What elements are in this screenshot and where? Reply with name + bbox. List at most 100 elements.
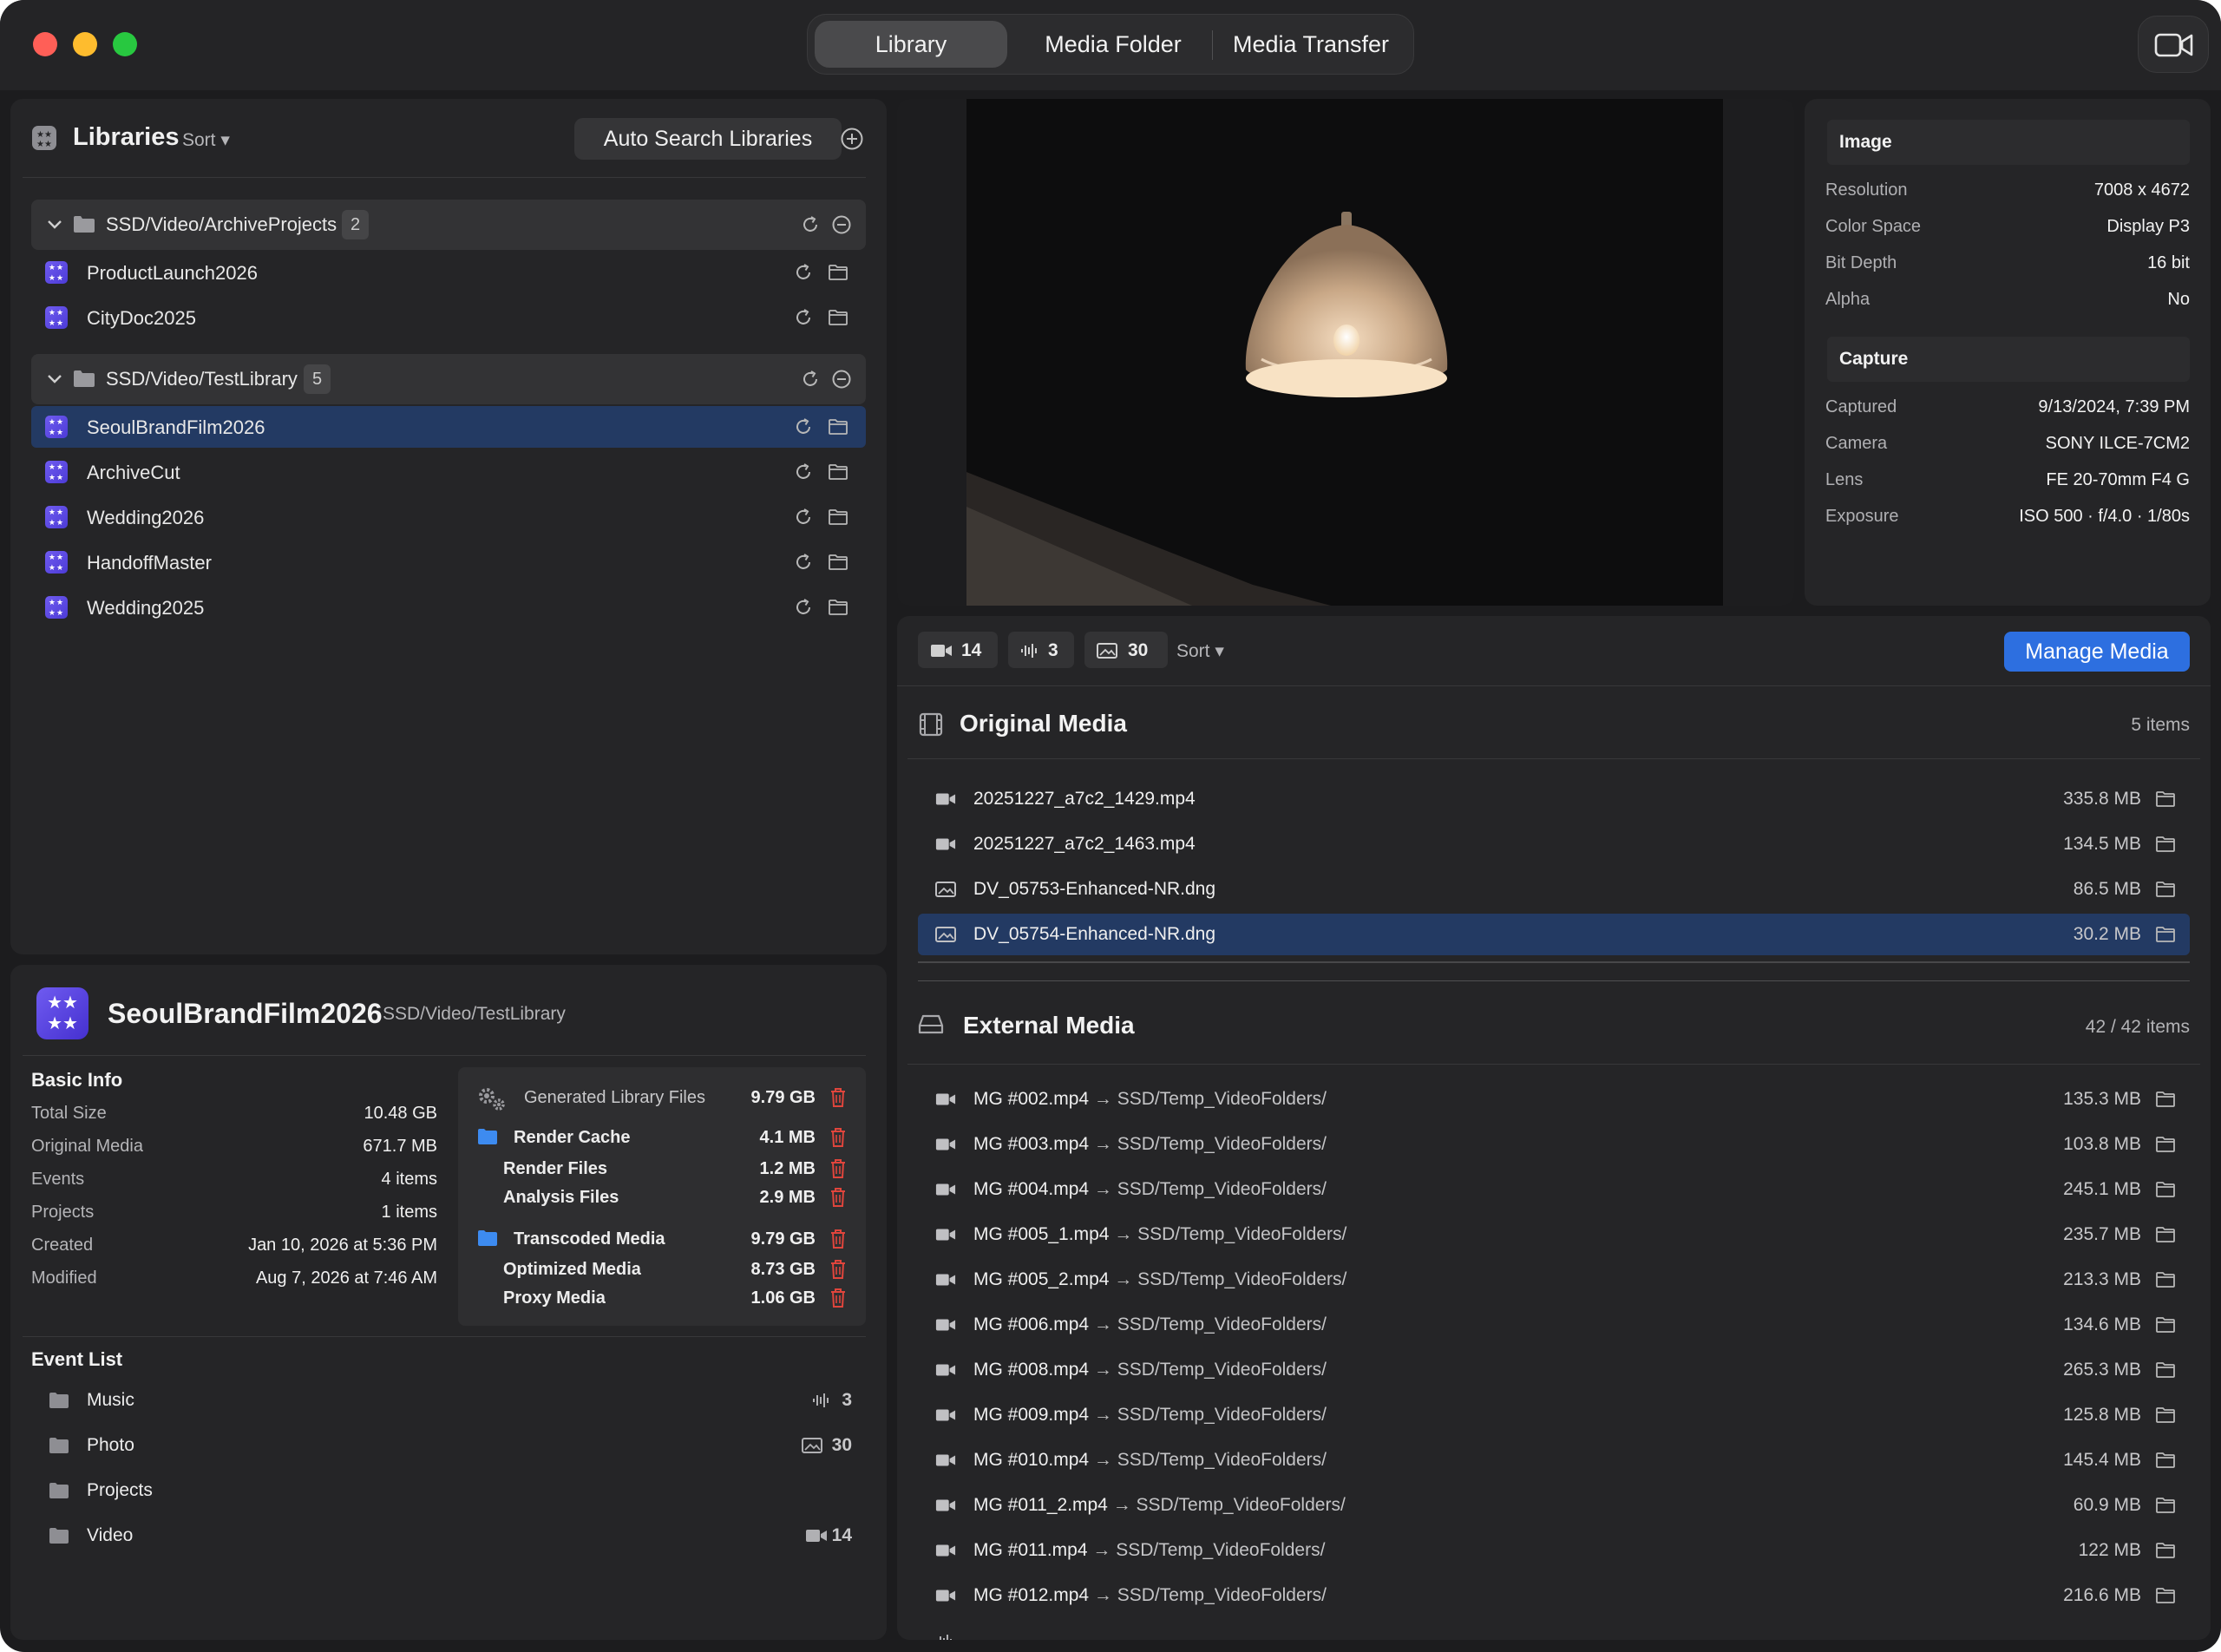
- folder-outline-icon[interactable]: [2155, 1495, 2176, 1516]
- refresh-icon[interactable]: [800, 214, 821, 235]
- external-media-row[interactable]: MG #011_2.mp4 → SSD/Temp_VideoFolders/60…: [918, 1485, 2190, 1526]
- external-media-row[interactable]: MG #006.mp4 → SSD/Temp_VideoFolders/134.…: [918, 1304, 2190, 1346]
- minimize-window-button[interactable]: [73, 32, 97, 56]
- library-item-seoulbrandfilm2026[interactable]: ★★ ★★ SeoulBrandFilm2026: [31, 406, 866, 448]
- trash-icon[interactable]: [829, 1186, 848, 1209]
- folder-outline-icon[interactable]: [828, 507, 848, 528]
- photo-filter-chip[interactable]: 30: [1084, 632, 1168, 668]
- media-file-row-selected[interactable]: DV_05754-Enhanced-NR.dng 30.2 MB: [918, 914, 2190, 955]
- video-filter-chip[interactable]: 14: [918, 632, 998, 668]
- refresh-icon[interactable]: [800, 369, 821, 390]
- folder-icon: [49, 1393, 69, 1408]
- refresh-icon[interactable]: [793, 552, 814, 573]
- remove-group-icon[interactable]: [831, 214, 852, 235]
- audio-filter-chip[interactable]: 3: [1008, 632, 1074, 668]
- library-item-wedding2026[interactable]: ★★ ★★ Wedding2026: [31, 496, 866, 538]
- folder-outline-icon[interactable]: [828, 307, 848, 328]
- external-media-size: 125.8 MB: [2063, 1405, 2141, 1425]
- external-media-row[interactable]: MG #005_1.mp4 → SSD/Temp_VideoFolders/23…: [918, 1214, 2190, 1255]
- image-preview[interactable]: [897, 99, 1794, 606]
- refresh-icon[interactable]: [793, 307, 814, 328]
- camera-button[interactable]: [2138, 16, 2209, 73]
- library-item-handoffmaster[interactable]: ★★ ★★ HandoffMaster: [31, 541, 866, 583]
- zoom-window-button[interactable]: [113, 32, 137, 56]
- folder-outline-icon[interactable]: [2155, 879, 2176, 900]
- folder-outline-icon[interactable]: [2155, 1585, 2176, 1606]
- trash-icon[interactable]: [829, 1086, 848, 1109]
- folder-outline-icon[interactable]: [2155, 834, 2176, 855]
- external-media-row[interactable]: MG #005_2.mp4 → SSD/Temp_VideoFolders/21…: [918, 1259, 2190, 1301]
- remove-group-icon[interactable]: [831, 369, 852, 390]
- folder-outline-icon[interactable]: [2155, 1179, 2176, 1200]
- refresh-icon[interactable]: [793, 462, 814, 482]
- library-group-archiveprojects[interactable]: SSD/Video/ArchiveProjects 2: [31, 200, 866, 250]
- media-file-row[interactable]: 20251227_a7c2_1463.mp4 134.5 MB: [918, 823, 2190, 865]
- folder-outline-icon[interactable]: [828, 462, 848, 482]
- external-media-row[interactable]: MG #010.mp4 → SSD/Temp_VideoFolders/145.…: [918, 1439, 2190, 1481]
- folder-outline-icon[interactable]: [828, 262, 848, 283]
- external-media-row[interactable]: MG #011.mp4 → SSD/Temp_VideoFolders/122 …: [918, 1530, 2190, 1571]
- external-media-row[interactable]: MG #002.mp4 → SSD/Temp_VideoFolders/135.…: [918, 1078, 2190, 1120]
- folder-outline-icon[interactable]: [2155, 1089, 2176, 1110]
- folder-outline-icon[interactable]: [2155, 1450, 2176, 1471]
- info-value: Display P3: [2106, 217, 2190, 236]
- chevron-down-icon[interactable]: [45, 370, 64, 389]
- refresh-icon[interactable]: [793, 597, 814, 618]
- trash-icon[interactable]: [829, 1228, 848, 1250]
- event-item-video[interactable]: Video 14: [31, 1515, 866, 1557]
- external-media-row[interactable]: MG #012.mp4 → SSD/Temp_VideoFolders/216.…: [918, 1575, 2190, 1616]
- tab-media-folder[interactable]: Media Folder: [1019, 21, 1207, 68]
- library-item-productlaunch2026[interactable]: ★★ ★★ ProductLaunch2026: [31, 252, 866, 293]
- add-library-icon[interactable]: [840, 127, 864, 151]
- refresh-icon[interactable]: [793, 262, 814, 283]
- tab-library[interactable]: Library: [815, 21, 1007, 68]
- folder-outline-icon[interactable]: [2155, 1314, 2176, 1335]
- trash-icon[interactable]: [829, 1258, 848, 1281]
- refresh-icon[interactable]: [793, 507, 814, 528]
- library-group-path: SSD/Video/TestLibrary: [106, 368, 298, 390]
- trash-icon[interactable]: [829, 1287, 848, 1309]
- media-sort-button[interactable]: Sort ▾: [1176, 640, 1224, 662]
- event-item-projects[interactable]: Projects: [31, 1470, 866, 1511]
- external-media-row[interactable]: MG #004.mp4 → SSD/Temp_VideoFolders/245.…: [918, 1169, 2190, 1210]
- chevron-down-icon[interactable]: [45, 215, 64, 234]
- original-media-title: Original Media: [960, 710, 1127, 737]
- external-media-row[interactable]: MG #009.mp4 → SSD/Temp_VideoFolders/125.…: [918, 1394, 2190, 1436]
- event-item-photo[interactable]: Photo 30: [31, 1425, 866, 1466]
- library-item-archivecut[interactable]: ★★ ★★ ArchiveCut: [31, 451, 866, 493]
- media-file-name: DV_05754-Enhanced-NR.dng: [973, 924, 1216, 944]
- folder-outline-icon[interactable]: [2155, 1224, 2176, 1245]
- auto-search-libraries-button[interactable]: Auto Search Libraries: [574, 118, 842, 160]
- media-file-row[interactable]: 20251227_a7c2_1429.mp4 335.8 MB: [918, 778, 2190, 820]
- folder-outline-icon[interactable]: [2155, 1269, 2176, 1290]
- info-key: Camera: [1825, 434, 1888, 453]
- external-media-path: SSD/Temp_VideoFolders/: [1117, 1585, 1327, 1605]
- external-media-row[interactable]: MG #008.mp4 → SSD/Temp_VideoFolders/265.…: [918, 1349, 2190, 1391]
- media-file-row[interactable]: DV_05753-Enhanced-NR.dng 86.5 MB: [918, 869, 2190, 910]
- folder-outline-icon[interactable]: [2155, 924, 2176, 945]
- folder-outline-icon[interactable]: [2155, 1540, 2176, 1561]
- trash-icon[interactable]: [829, 1126, 848, 1149]
- folder-outline-icon[interactable]: [828, 597, 848, 618]
- event-item-music[interactable]: Music 3: [31, 1380, 866, 1421]
- folder-outline-icon[interactable]: [2155, 1405, 2176, 1426]
- media-file-name: 20251227_a7c2_1429.mp4: [973, 789, 1196, 809]
- folder-outline-icon[interactable]: [2155, 1134, 2176, 1155]
- folder-outline-icon[interactable]: [828, 552, 848, 573]
- basic-info-key: Modified: [31, 1268, 97, 1288]
- trash-icon[interactable]: [829, 1157, 848, 1180]
- external-media-row[interactable]: MG #003.mp4 → SSD/Temp_VideoFolders/103.…: [918, 1124, 2190, 1165]
- library-item-wedding2025[interactable]: ★★ ★★ Wedding2025: [31, 587, 866, 628]
- folder-outline-icon[interactable]: [828, 416, 848, 437]
- library-item-citydoc2025[interactable]: ★★ ★★ CityDoc2025: [31, 297, 866, 338]
- close-window-button[interactable]: [33, 32, 57, 56]
- manage-media-button[interactable]: Manage Media: [2004, 632, 2190, 672]
- event-list-divider: [23, 1336, 866, 1337]
- libraries-sort-button[interactable]: Sort ▾: [182, 129, 230, 151]
- generated-files-title: Generated Library Files: [524, 1088, 705, 1107]
- folder-outline-icon[interactable]: [2155, 789, 2176, 810]
- folder-outline-icon[interactable]: [2155, 1360, 2176, 1380]
- refresh-icon[interactable]: [793, 416, 814, 437]
- library-group-testlibrary[interactable]: SSD/Video/TestLibrary 5: [31, 354, 866, 404]
- tab-media-transfer[interactable]: Media Transfer: [1219, 21, 1403, 68]
